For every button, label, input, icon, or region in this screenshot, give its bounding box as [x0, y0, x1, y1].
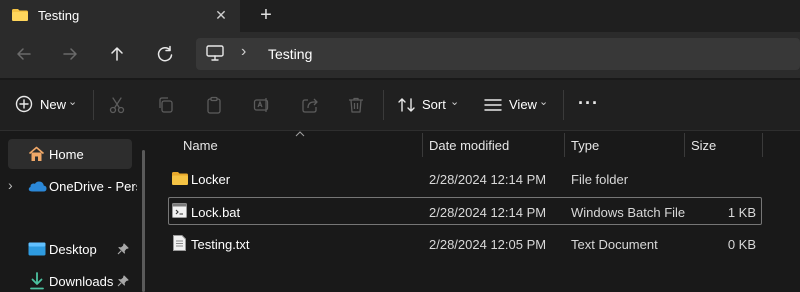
folder-icon: [172, 172, 188, 185]
onedrive-cloud-icon: [28, 181, 47, 192]
sidebar-scrollbar[interactable]: [142, 150, 145, 292]
file-date: 2/28/2024 12:05 PM: [429, 237, 547, 252]
home-icon: [28, 146, 45, 161]
file-type: Text Document: [571, 237, 658, 252]
column-divider[interactable]: [684, 133, 685, 157]
sort-ascending-icon: [295, 131, 305, 137]
new-tab-button[interactable]: +: [256, 5, 276, 25]
copy-icon[interactable]: [157, 96, 175, 114]
more-options-button[interactable]: ···: [578, 93, 599, 114]
delete-icon[interactable]: [347, 96, 365, 114]
forward-arrow-icon[interactable]: [56, 40, 84, 68]
tab-title: Testing: [38, 8, 80, 23]
column-header-size[interactable]: Size: [691, 138, 716, 153]
batch-file-icon: [172, 203, 187, 218]
sort-icon[interactable]: [397, 96, 417, 114]
desktop-icon: [28, 242, 46, 256]
file-date: 2/28/2024 12:14 PM: [429, 172, 547, 187]
new-button[interactable]: New: [40, 97, 66, 112]
file-name: Testing.txt: [191, 237, 250, 252]
file-size: 0 KB: [727, 237, 756, 252]
file-type: File folder: [571, 172, 629, 187]
new-chevron-icon[interactable]: ⌄: [68, 95, 77, 108]
sidebar-item-desktop[interactable]: Desktop: [49, 242, 97, 257]
new-plus-icon[interactable]: [15, 95, 33, 113]
toolbar-divider: [563, 90, 564, 120]
up-arrow-icon[interactable]: [103, 40, 131, 68]
view-icon[interactable]: [484, 97, 502, 113]
column-header-type[interactable]: Type: [571, 138, 599, 153]
column-divider[interactable]: [762, 133, 763, 157]
sort-button[interactable]: Sort: [422, 97, 446, 112]
share-icon[interactable]: [301, 96, 319, 114]
sidebar-item-downloads[interactable]: Downloads: [49, 274, 113, 289]
monitor-icon: [206, 45, 224, 61]
breadcrumb-separator[interactable]: ›: [241, 43, 246, 61]
sort-chevron-icon[interactable]: ⌄: [450, 95, 459, 108]
column-header-name[interactable]: Name: [183, 138, 218, 153]
toolbar-divider: [383, 90, 384, 120]
downloads-icon: [30, 272, 44, 290]
refresh-icon[interactable]: [151, 40, 179, 68]
file-type: Windows Batch File: [571, 205, 686, 220]
file-name: Locker: [191, 172, 231, 187]
close-tab-button[interactable]: ✕: [212, 6, 230, 24]
pin-icon[interactable]: [117, 243, 129, 255]
toolbar-divider: [93, 90, 94, 120]
folder-icon: [12, 9, 28, 21]
tab-testing[interactable]: [0, 0, 241, 32]
sidebar-item-label: Home: [49, 147, 84, 162]
column-divider[interactable]: [422, 133, 423, 157]
file-date: 2/28/2024 12:14 PM: [429, 205, 547, 220]
back-arrow-icon[interactable]: [10, 40, 38, 68]
cut-icon[interactable]: [108, 96, 126, 114]
column-header-date-modified[interactable]: Date modified: [429, 138, 509, 153]
expand-chevron-icon[interactable]: ›: [8, 177, 13, 193]
column-divider[interactable]: [564, 133, 565, 157]
rename-icon[interactable]: [253, 96, 271, 114]
text-file-icon: [173, 235, 186, 251]
pin-icon[interactable]: [117, 275, 129, 287]
file-name: Lock.bat: [191, 205, 241, 220]
view-button[interactable]: View: [509, 97, 537, 112]
view-chevron-icon[interactable]: ⌄: [539, 95, 548, 108]
sidebar-item-onedrive[interactable]: OneDrive - Perso: [49, 179, 137, 194]
paste-icon[interactable]: [205, 96, 223, 114]
breadcrumb-testing[interactable]: Testing: [268, 46, 312, 62]
file-size: 1 KB: [727, 205, 756, 220]
